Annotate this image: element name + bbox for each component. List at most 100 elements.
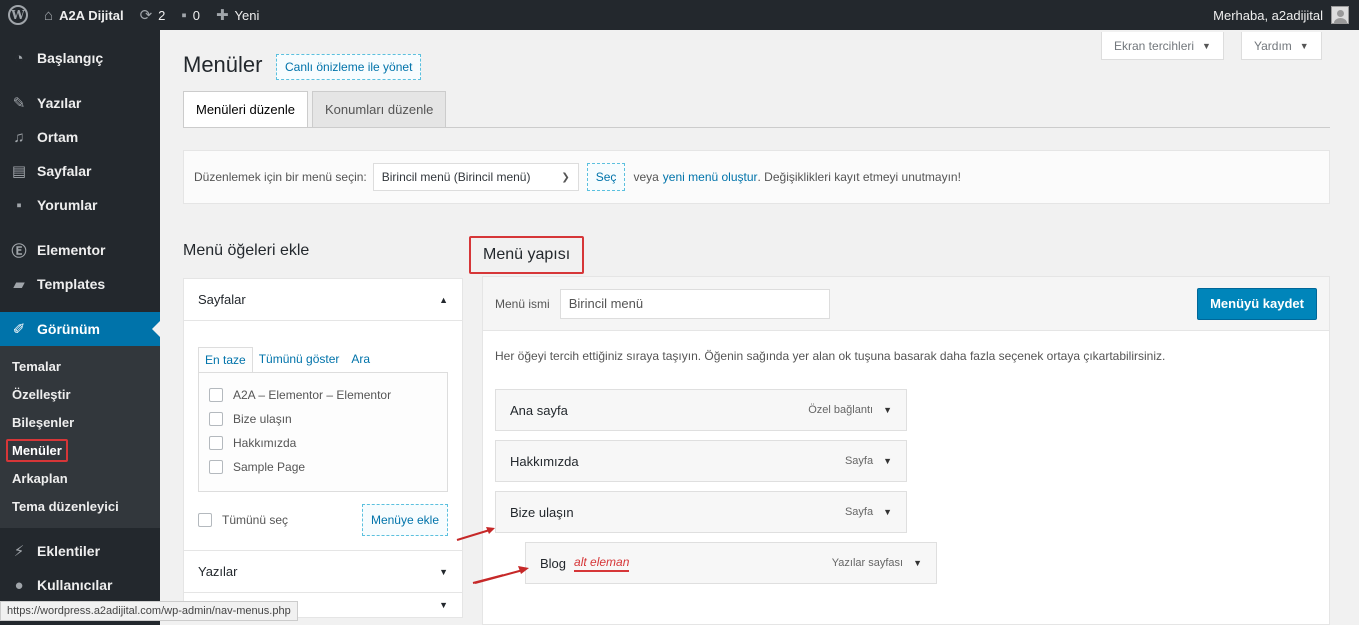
menu-structure-header: Menü ismi Birincil menü Menüyü kaydet bbox=[483, 277, 1329, 331]
list-item[interactable]: Sample Page bbox=[209, 455, 437, 479]
list-item[interactable]: Bize ulaşın bbox=[209, 407, 437, 431]
comments-link[interactable]: ▪ 0 bbox=[173, 0, 208, 30]
page-title: Menüler bbox=[183, 52, 263, 77]
menu-structure-title: Menü yapısı bbox=[469, 236, 585, 274]
select-prompt: Düzenlemek için bir menü seçin: bbox=[194, 170, 367, 184]
menu-item-title: Blog bbox=[540, 555, 567, 571]
menu-item-type: Sayfa bbox=[844, 455, 874, 467]
tab-manage-locations[interactable]: Konumları düzenle bbox=[312, 91, 447, 127]
admin-bar: W ⌂ A2A Dijital ⟳ 2 ▪ 0 ✚ Yeni Merhaba, … bbox=[0, 0, 1359, 30]
menu-item-type: Özel bağlantı bbox=[808, 404, 874, 416]
screen-options-button[interactable]: Ekran tercihleri ▼ bbox=[1101, 32, 1224, 60]
sidebar-item-media[interactable]: ♫ Ortam bbox=[0, 120, 160, 154]
pages-panel-footer: Tümünü seç Menüye ekle bbox=[198, 504, 448, 536]
dashboard-icon: ◔ bbox=[14, 49, 24, 67]
tab-most-recent[interactable]: En taze bbox=[198, 347, 253, 372]
wordpress-logo-icon[interactable]: W bbox=[0, 0, 36, 30]
or-text: veya bbox=[633, 170, 659, 184]
page-label: Hakkımızda bbox=[233, 436, 297, 450]
sidebar-item-elementor[interactable]: Ⓔ Elementor bbox=[0, 233, 160, 267]
submenu-background[interactable]: Arkaplan bbox=[0, 464, 160, 492]
select-button[interactable]: Seç bbox=[586, 163, 626, 191]
caret-down-icon: ▼ bbox=[1202, 40, 1211, 51]
sidebar-item-appearance[interactable]: ✐ Görünüm bbox=[0, 312, 160, 346]
sidebar-item-label: Yorumlar bbox=[37, 197, 98, 213]
menu-item-title: Ana sayfa bbox=[510, 402, 568, 418]
list-item[interactable]: Hakkımızda bbox=[209, 431, 437, 455]
caret-up-icon: ▲ bbox=[439, 294, 448, 305]
add-items-accordion: Sayfalar ▲ En taze Tümünü göster Ara A2A… bbox=[183, 278, 463, 618]
pages-panel-header[interactable]: Sayfalar ▲ bbox=[184, 279, 462, 321]
updates-count: 2 bbox=[158, 7, 166, 23]
sidebar-item-comments[interactable]: ▪ Yorumlar bbox=[0, 188, 160, 222]
status-bar-url: https://wordpress.a2adijital.com/wp-admi… bbox=[0, 601, 298, 621]
menu-item-contact[interactable]: Bize ulaşın Sayfa ▼ bbox=[495, 491, 907, 533]
pages-icon: ▤ bbox=[11, 163, 27, 180]
sidebar-item-users[interactable]: ● Kullanıcılar bbox=[0, 568, 160, 602]
refresh-icon: ⟳ bbox=[139, 7, 153, 24]
submenu-customize[interactable]: Özelleştir bbox=[0, 380, 160, 408]
elementor-icon: Ⓔ bbox=[11, 242, 27, 260]
caret-down-icon[interactable]: ▼ bbox=[883, 405, 892, 415]
select-all-checkbox[interactable] bbox=[198, 513, 212, 527]
menu-item-home[interactable]: Ana sayfa Özel bağlantı ▼ bbox=[495, 389, 907, 431]
menu-item-about[interactable]: Hakkımızda Sayfa ▼ bbox=[495, 440, 907, 482]
account-menu[interactable]: Merhaba, a2adijital bbox=[1205, 0, 1359, 30]
sidebar-item-templates[interactable]: ▰ Templates bbox=[0, 267, 160, 301]
folder-icon: ▰ bbox=[13, 276, 25, 293]
sidebar-item-plugins[interactable]: ⚡ Eklentiler bbox=[0, 534, 160, 568]
submenu-themes[interactable]: Temalar bbox=[0, 352, 160, 380]
create-menu-link[interactable]: yeni menü oluştur bbox=[663, 170, 758, 184]
sidebar-item-label: Elementor bbox=[37, 242, 106, 258]
help-label: Yardım bbox=[1254, 38, 1292, 53]
page-label: Bize ulaşın bbox=[233, 412, 292, 426]
checkbox[interactable] bbox=[209, 436, 223, 450]
tab-edit-menus[interactable]: Menüleri düzenle bbox=[183, 91, 309, 127]
menu-select-dropdown[interactable]: Birincil menü (Birincil menü) ❯ bbox=[372, 163, 579, 191]
screen-options-label: Ekran tercihleri bbox=[1114, 38, 1195, 53]
checkbox[interactable] bbox=[209, 388, 223, 402]
comment-icon: ▪ bbox=[181, 6, 187, 24]
reminder-text: . Değişiklikleri kayıt etmeyi unutmayın! bbox=[757, 170, 961, 184]
updates-link[interactable]: ⟳ 2 bbox=[132, 0, 174, 30]
chevron-down-icon: ❯ bbox=[561, 171, 570, 183]
tab-view-all[interactable]: Tümünü göster bbox=[253, 347, 346, 372]
caret-down-icon[interactable]: ▼ bbox=[883, 507, 892, 517]
checkbox[interactable] bbox=[209, 460, 223, 474]
submenu-theme-editor[interactable]: Tema düzenleyici bbox=[0, 492, 160, 520]
list-item[interactable]: A2A – Elementor – Elementor bbox=[209, 383, 437, 407]
posts-panel-header[interactable]: Yazılar ▼ bbox=[184, 551, 462, 593]
submenu-menus[interactable]: Menüler bbox=[0, 436, 160, 464]
caret-down-icon: ▼ bbox=[439, 566, 448, 577]
caret-down-icon[interactable]: ▼ bbox=[883, 456, 892, 466]
submenu-widgets[interactable]: Bileşenler bbox=[0, 408, 160, 436]
caret-down-icon: ▼ bbox=[1299, 40, 1309, 51]
add-to-menu-button[interactable]: Menüye ekle bbox=[361, 504, 448, 536]
plugins-icon: ⚡ bbox=[13, 543, 25, 560]
submenu-label: Temalar bbox=[12, 358, 61, 374]
new-content-link[interactable]: ✚ Yeni bbox=[208, 0, 267, 30]
home-icon: ⌂ bbox=[44, 6, 54, 24]
sidebar-item-label: Kullanıcılar bbox=[37, 577, 113, 593]
sidebar-item-dashboard[interactable]: ◔ Başlangıç bbox=[0, 41, 160, 75]
submenu-label: Arkaplan bbox=[12, 470, 68, 486]
sidebar-item-label: Templates bbox=[37, 276, 106, 292]
sidebar-item-posts[interactable]: ✎ Yazılar bbox=[0, 86, 160, 120]
menu-name-input[interactable]: Birincil menü bbox=[559, 288, 830, 319]
site-name-link[interactable]: ⌂ A2A Dijital bbox=[36, 0, 132, 30]
live-preview-button[interactable]: Canlı önizleme ile yönet bbox=[276, 54, 422, 80]
submenu-label: Özelleştir bbox=[12, 386, 71, 402]
comments-icon: ▪ bbox=[16, 196, 22, 214]
greeting-text: Merhaba, a2adijital bbox=[1213, 7, 1323, 23]
caret-down-icon[interactable]: ▼ bbox=[913, 558, 922, 568]
instructions-text: Her öğeyi tercih ettiğiniz sıraya taşıyı… bbox=[495, 349, 1166, 363]
annotation-arrow-icon bbox=[474, 566, 529, 584]
sidebar-item-pages[interactable]: ▤ Sayfalar bbox=[0, 154, 160, 188]
menu-item-blog[interactable]: Blog alt eleman Yazılar sayfası ▼ bbox=[525, 542, 937, 584]
checkbox[interactable] bbox=[209, 412, 223, 426]
save-menu-button[interactable]: Menüyü kaydet bbox=[1197, 287, 1317, 320]
help-button[interactable]: Yardım ▼ bbox=[1241, 32, 1322, 60]
menu-structure-body: Her öğeyi tercih ettiğiniz sıraya taşıyı… bbox=[483, 331, 1329, 624]
pages-panel-title: Sayfalar bbox=[198, 292, 246, 307]
tab-search[interactable]: Ara bbox=[345, 347, 376, 372]
